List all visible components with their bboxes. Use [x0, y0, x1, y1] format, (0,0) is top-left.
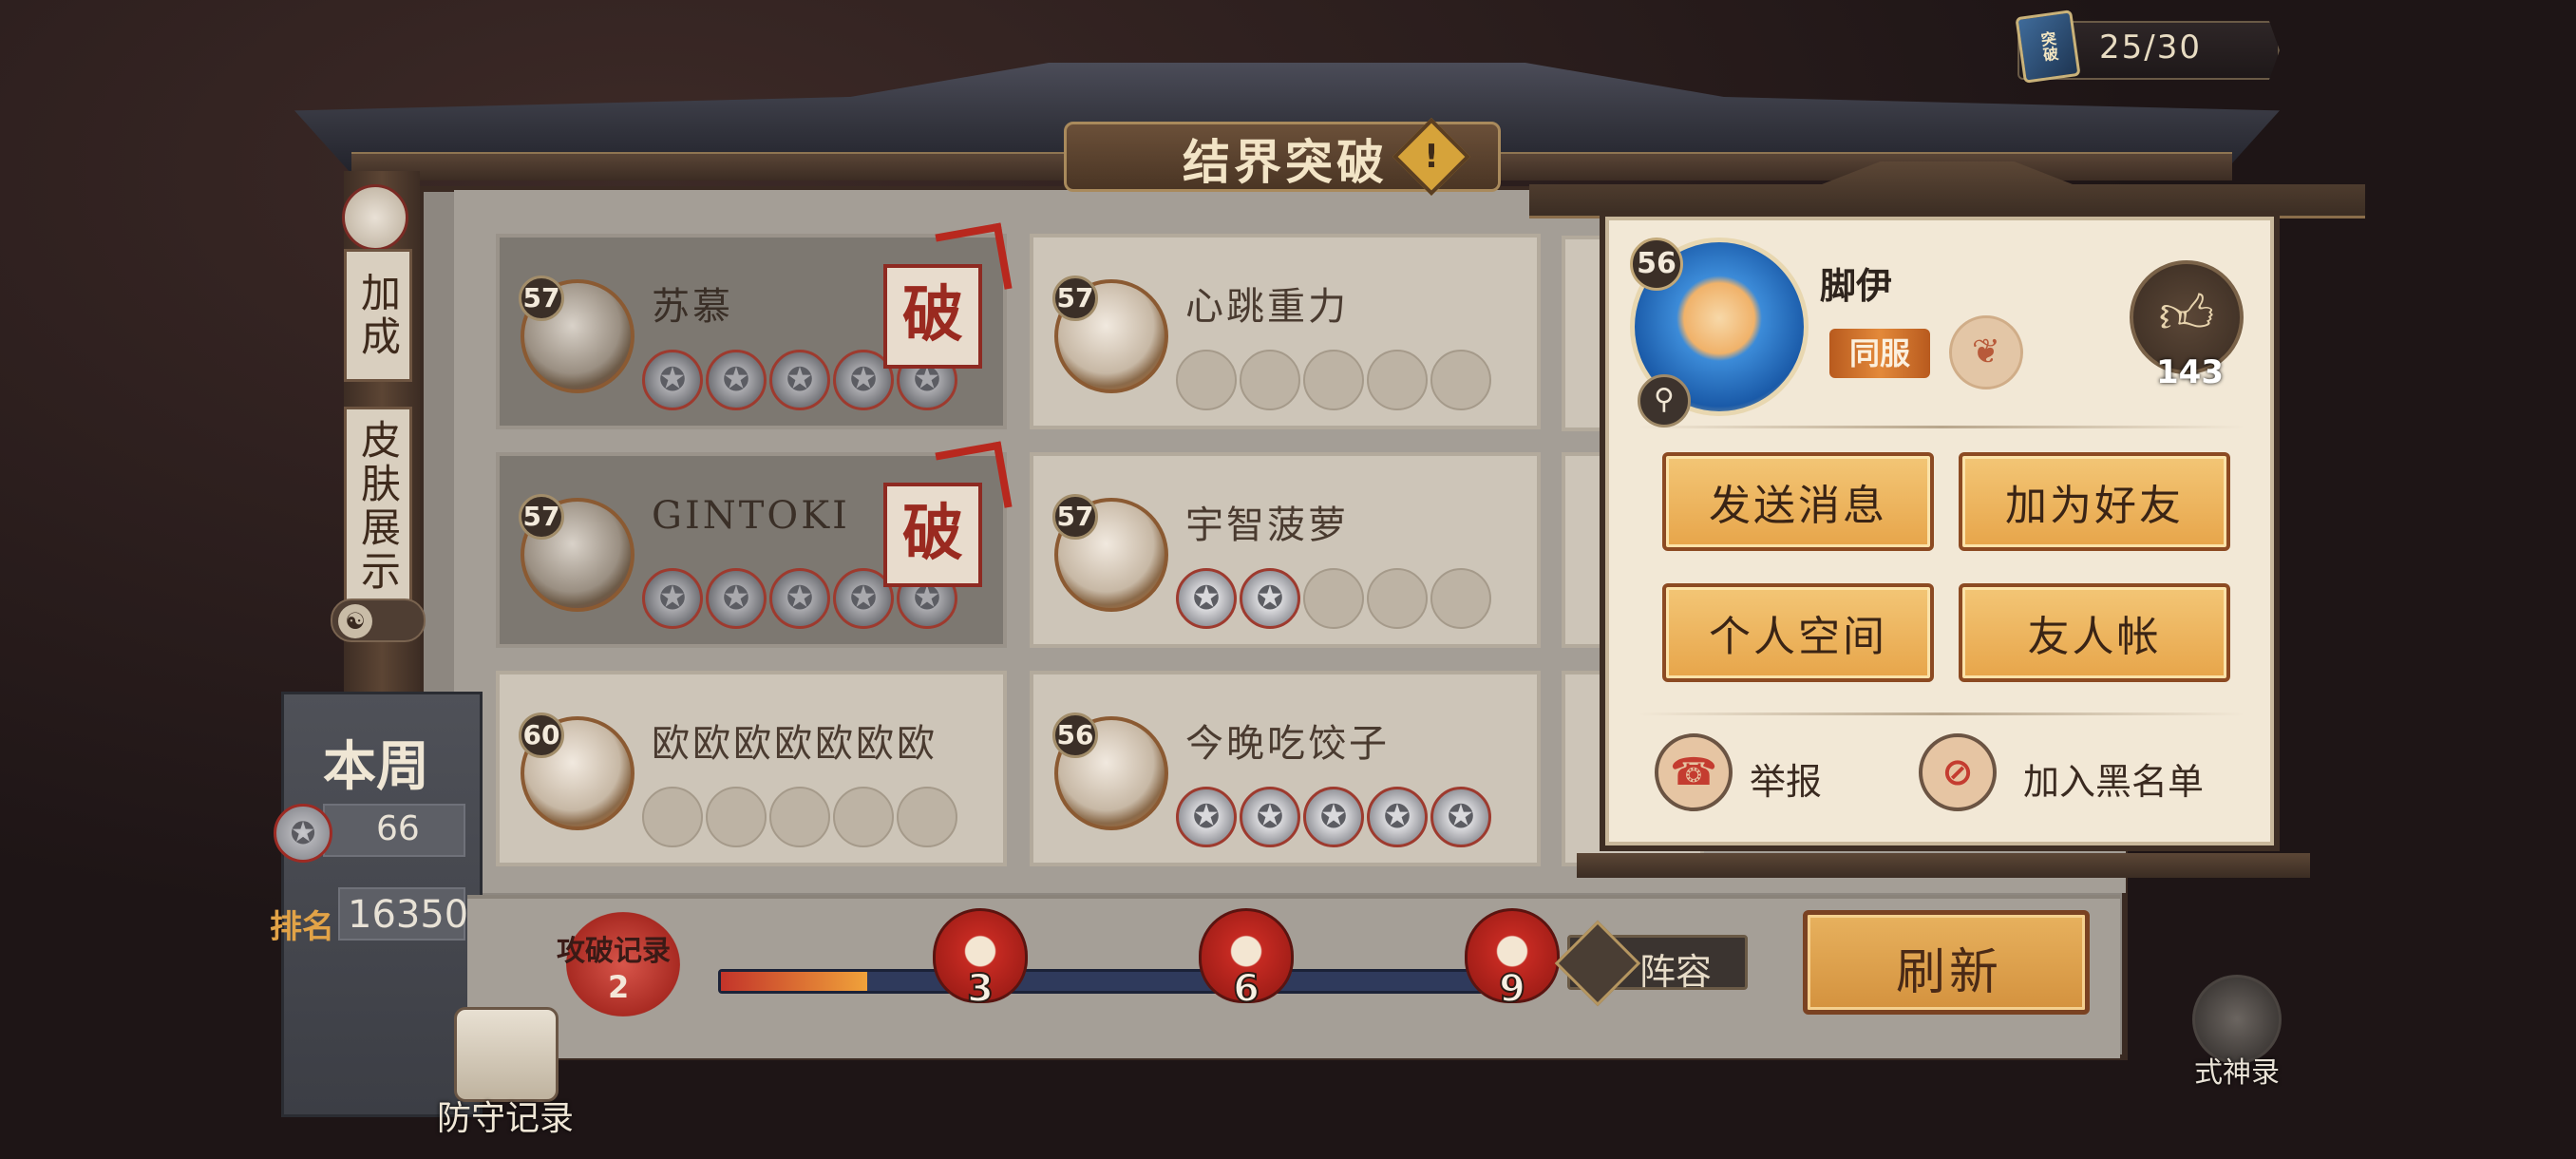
shikigami-record-label[interactable]: 式神录 — [2194, 1049, 2280, 1091]
opponent-name: 宇智菠萝 — [1185, 504, 1349, 547]
opponent-card[interactable]: 56 今晚吃饺子 ✪ ✪ ✪ ✪ ✪ — [1030, 671, 1541, 866]
leaf-emblem-icon: ❦ — [1949, 315, 2023, 390]
milestone-label: 6 — [1232, 966, 1260, 1012]
personal-space-button[interactable]: 个人空间 — [1662, 583, 1934, 682]
opponent-card[interactable]: 57 GINTOKI ✪ ✪ ✪ ✪ ✪ 破 — [496, 441, 1013, 648]
reward-progress-fill — [721, 972, 867, 991]
star-medal-icon: ✪ — [706, 350, 767, 410]
opponent-level: 57 — [1052, 494, 1098, 540]
star-medal-icon: ✪ — [1430, 787, 1491, 847]
empty-medal-slot — [897, 787, 957, 847]
report-label[interactable]: 举报 — [1750, 752, 1822, 805]
medal-row — [1176, 350, 1491, 410]
ticket-label: 突破 — [2036, 29, 2060, 64]
milestone-label: 3 — [966, 966, 994, 1012]
profile-level: 56 — [1630, 238, 1683, 291]
empty-medal-slot — [1303, 350, 1364, 410]
empty-medal-slot — [706, 787, 767, 847]
star-medal-icon: ✪ — [1176, 787, 1237, 847]
divider — [1638, 712, 2245, 715]
opponent-level: 57 — [519, 494, 564, 540]
opponent-card[interactable]: 57 苏慕 ✪ ✪ ✪ ✪ ✪ 破 — [496, 222, 1013, 429]
empty-medal-slot — [833, 787, 894, 847]
opponent-name: 欧欧欧欧欧欧欧 — [652, 722, 938, 766]
swirl-toggle[interactable]: ☯ — [331, 598, 426, 642]
same-server-badge: 同服 — [1829, 329, 1930, 378]
empty-medal-slot — [1176, 350, 1237, 410]
magnifier-icon[interactable]: ⚲ — [1638, 374, 1691, 428]
star-medal-icon: ✪ — [1240, 787, 1300, 847]
blacklist-label[interactable]: 加入黑名单 — [2023, 752, 2204, 805]
friend-account-button[interactable]: 友人帐 — [1959, 583, 2230, 682]
opponent-level: 56 — [1052, 712, 1098, 758]
empty-medal-slot — [769, 787, 830, 847]
milestone-label: 9 — [1498, 966, 1526, 1012]
opponent-name: 心跳重力 — [1185, 285, 1349, 329]
refresh-label: 刷新 — [1896, 944, 2003, 1001]
weekly-medal-count: 66 — [376, 809, 420, 848]
medal-row: ✪ ✪ — [1176, 568, 1491, 629]
prohibited-icon[interactable]: ⊘ — [1919, 733, 1997, 811]
scroll-brush-icon[interactable] — [454, 1007, 559, 1102]
empty-medal-slot — [1240, 350, 1300, 410]
star-medal-icon: ✪ — [706, 568, 767, 629]
star-medal-icon: ✪ — [1176, 568, 1237, 629]
star-medal-icon: ✪ — [769, 568, 830, 629]
attack-record-count: 2 — [608, 969, 630, 1005]
popup-base — [1577, 853, 2310, 878]
stamina-count: 25/30 — [2099, 28, 2202, 66]
empty-medal-slot — [1430, 568, 1491, 629]
star-medal-icon: ✪ — [1303, 787, 1364, 847]
phone-report-icon[interactable]: ☎ — [1655, 733, 1733, 811]
swirl-icon: ☯ — [338, 604, 372, 638]
fox-mask-icon — [342, 184, 408, 251]
like-count: 143 — [2156, 353, 2224, 391]
defense-record-label[interactable]: 防守记录 — [437, 1091, 574, 1140]
add-friend-button[interactable]: 加为好友 — [1959, 452, 2230, 551]
profile-name: 脚伊 — [1820, 264, 1893, 307]
opponent-level: 60 — [519, 712, 564, 758]
empty-medal-slot — [1367, 350, 1428, 410]
opponent-level: 57 — [519, 276, 564, 321]
empty-medal-slot — [1430, 350, 1491, 410]
tab-bonus[interactable]: 加成 — [344, 249, 412, 382]
breakthrough-ticket-icon: 突破 — [2015, 10, 2081, 84]
rank-label: 排名 — [270, 908, 334, 946]
arrow-icon — [935, 222, 1013, 300]
opponent-name: 苏慕 — [652, 285, 733, 329]
send-message-button[interactable]: 发送消息 — [1662, 452, 1934, 551]
star-medal-icon: ✪ — [274, 804, 332, 863]
divider — [1638, 426, 2245, 428]
opponent-level: 57 — [1052, 276, 1098, 321]
star-medal-icon: ✪ — [1240, 568, 1300, 629]
star-medal-icon: ✪ — [642, 568, 703, 629]
rank-value: 16350 — [348, 893, 469, 937]
opponent-card[interactable]: 57 宇智菠萝 ✪ ✪ — [1030, 452, 1541, 648]
star-medal-icon: ✪ — [769, 350, 830, 410]
star-medal-icon: ✪ — [1367, 787, 1428, 847]
medal-row — [642, 787, 957, 847]
empty-medal-slot — [1303, 568, 1364, 629]
opponent-card[interactable]: 57 心跳重力 — [1030, 234, 1541, 429]
lineup-label: 阵容 — [1639, 951, 1713, 993]
opponent-card[interactable]: 60 欧欧欧欧欧欧欧 — [496, 671, 1007, 866]
arrow-icon — [935, 441, 1013, 519]
empty-medal-slot — [1367, 568, 1428, 629]
opponent-name: GINTOKI — [652, 494, 850, 538]
tab-skin-showcase[interactable]: 皮肤展示 — [344, 407, 412, 606]
attack-record-label: 攻破记录 — [557, 935, 671, 968]
empty-medal-slot — [642, 787, 703, 847]
star-medal-icon: ✪ — [642, 350, 703, 410]
medal-row: ✪ ✪ ✪ ✪ ✪ — [1176, 787, 1491, 847]
weekly-title: 本周 — [323, 735, 429, 798]
opponent-name: 今晚吃饺子 — [1185, 722, 1390, 766]
page-title: 结界突破 — [1183, 134, 1388, 190]
